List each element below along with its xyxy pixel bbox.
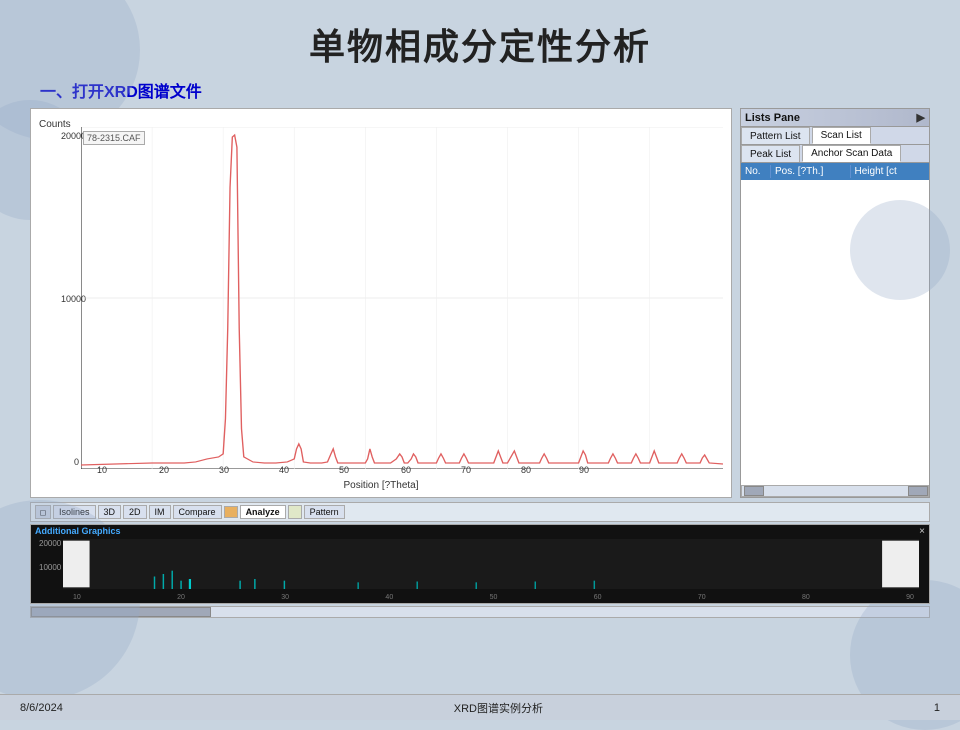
lists-pane-title: Lists Pane xyxy=(745,112,800,124)
content-area: Counts 20000 10000 0 10 20 30 40 50 60 7… xyxy=(0,108,960,498)
main-scrollbar[interactable] xyxy=(30,606,930,618)
tab-row-1: Pattern List Scan List xyxy=(741,127,929,145)
additional-graphics-panel: Additional Graphics × 20000 10000 102030… xyxy=(30,524,930,604)
col-height: Height [ct xyxy=(851,165,930,178)
tab-row-2: Peak List Anchor Scan Data xyxy=(741,145,929,163)
add-y-tick-10000: 10000 xyxy=(39,563,61,572)
y-tick-20000: 20000 xyxy=(61,131,79,141)
tab-peak-list[interactable]: Peak List xyxy=(741,145,800,162)
lists-pane-close-btn[interactable]: ▶ xyxy=(917,111,925,124)
footer-page: 1 xyxy=(934,702,940,714)
toolbar-tab-2d[interactable]: 2D xyxy=(123,505,147,519)
title-area: 单物相成分定性分析 xyxy=(0,0,960,78)
xrd-chart-panel: Counts 20000 10000 0 10 20 30 40 50 60 7… xyxy=(30,108,732,498)
x-axis-label: Position [?Theta] xyxy=(343,480,418,491)
tab-anchor-scan-data[interactable]: Anchor Scan Data xyxy=(802,145,901,162)
subtitle: 一、打开XRD图谱文件 xyxy=(0,78,960,102)
scrollbar-thumb-right[interactable] xyxy=(908,486,928,496)
page-title: 单物相成分定性分析 xyxy=(0,18,960,70)
col-pos: Pos. [?Th.] xyxy=(771,165,851,178)
footer-date: 8/6/2024 xyxy=(20,702,63,714)
scrollbar-thumb-left[interactable] xyxy=(744,486,764,496)
toolbar-icon-analyze xyxy=(224,506,238,518)
table-header: No. Pos. [?Th.] Height [ct xyxy=(741,163,929,180)
additional-chart-svg xyxy=(63,539,919,589)
lists-pane-titlebar: Lists Pane ▶ xyxy=(741,109,929,127)
lists-pane: Lists Pane ▶ Pattern List Scan List Peak… xyxy=(740,108,930,498)
add-x-ticks: 102030405060708090 xyxy=(73,594,914,601)
tab-scan-list[interactable]: Scan List xyxy=(812,127,871,144)
tab-pattern-list[interactable]: Pattern List xyxy=(741,127,810,144)
add-y-tick-20000: 20000 xyxy=(39,539,61,548)
footer-center: XRD图谱实例分析 xyxy=(454,700,543,716)
additional-panel-title: Additional Graphics xyxy=(35,526,121,536)
y-tick-0: 0 xyxy=(61,457,79,467)
lists-scrollbar[interactable] xyxy=(741,485,929,497)
toolbar-tab-pattern[interactable]: Pattern xyxy=(304,505,345,519)
toolbar-tab-analyze[interactable]: Analyze xyxy=(240,505,286,519)
toolbar-area: ◻ Isolines 3D 2D IM Compare Analyze Patt… xyxy=(30,502,930,522)
xrd-chart-svg xyxy=(81,127,723,469)
y-axis-label: Counts xyxy=(39,119,71,130)
bottom-bar: 8/6/2024 XRD图谱实例分析 1 xyxy=(0,694,960,720)
toolbar-tab-compare[interactable]: Compare xyxy=(173,505,222,519)
toolbar-tab-3d[interactable]: 3D xyxy=(98,505,122,519)
scrollbar-track[interactable] xyxy=(764,486,908,496)
y-tick-10000: 10000 xyxy=(61,294,79,304)
additional-close-btn[interactable]: × xyxy=(919,526,925,537)
toolbar-tab-im[interactable]: IM xyxy=(149,505,171,519)
col-no: No. xyxy=(741,165,771,178)
toolbar-icon-pattern xyxy=(288,505,302,519)
